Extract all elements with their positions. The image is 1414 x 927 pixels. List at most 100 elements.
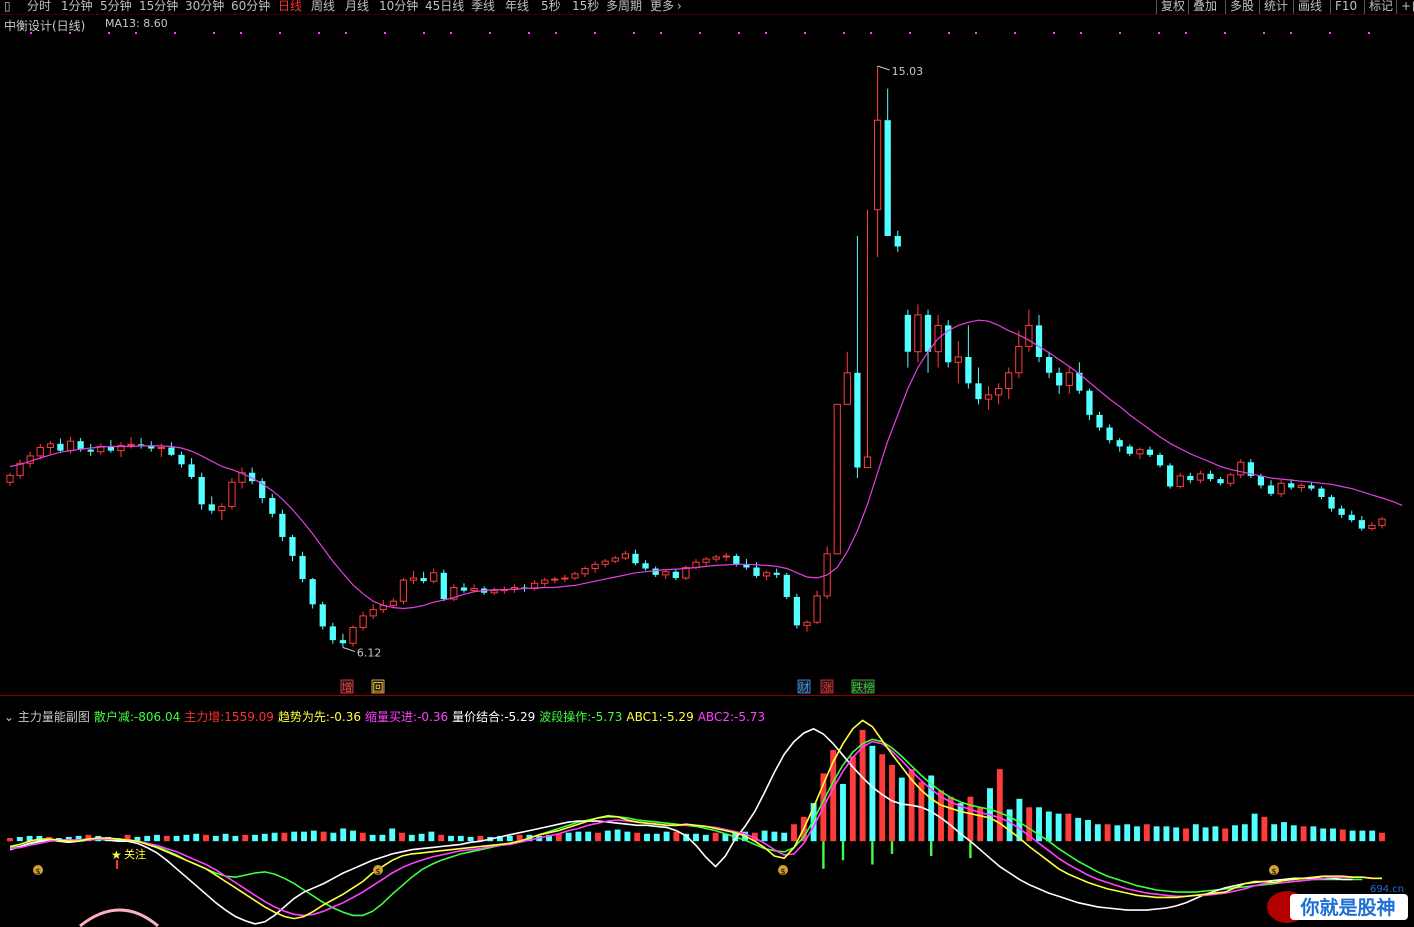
candle-body: [329, 626, 336, 641]
candle-body: [672, 571, 679, 579]
candle-body: [975, 383, 982, 400]
energy-bar: [1290, 825, 1297, 842]
energy-bar: [320, 831, 327, 842]
toolbar-button-7[interactable]: +自: [1396, 0, 1414, 14]
period-tab-5[interactable]: 60分钟: [231, 0, 270, 14]
candle-body: [642, 563, 649, 569]
toolbar-button-4[interactable]: 画线: [1293, 0, 1326, 14]
candle-body: [551, 578, 559, 581]
candle-body: [1368, 524, 1376, 530]
signal-dot: [1158, 32, 1160, 34]
sub-legend-item-5: 波段操作:-5.73: [539, 710, 622, 724]
energy-bar: [1379, 832, 1385, 842]
energy-bar: [614, 829, 621, 842]
candle-body: [1288, 483, 1295, 488]
candle-body: [420, 578, 427, 582]
energy-bar: [242, 834, 249, 842]
period-tab-12[interactable]: 年线: [505, 0, 529, 14]
candle-body: [621, 553, 630, 559]
period-tab-10[interactable]: 45日线: [425, 0, 464, 14]
signal-dot: [528, 32, 530, 34]
sub-legend-item-6: ABC1:-5.29: [626, 710, 693, 724]
money-bag-symbol: $: [375, 867, 380, 876]
money-bag-symbol: $: [1271, 867, 1276, 876]
period-tab-13[interactable]: 5秒: [541, 0, 561, 14]
energy-bar: [1349, 830, 1356, 842]
energy-bar: [7, 838, 13, 842]
green-spike: [890, 841, 894, 854]
energy-bar: [1065, 813, 1072, 842]
period-tab-9[interactable]: 10分钟: [379, 0, 418, 14]
toolbar-button-0[interactable]: 复权: [1156, 0, 1189, 14]
high-pointer: [877, 65, 890, 71]
energy-bar: [506, 835, 513, 842]
candle-body: [6, 474, 14, 483]
more-arrow-icon[interactable]: ›: [677, 0, 682, 14]
energy-bar: [771, 831, 778, 842]
energy-bar: [653, 833, 660, 842]
event-marker-3[interactable]: 涨: [822, 681, 833, 694]
candle-body: [1136, 449, 1144, 455]
candle-body: [1297, 484, 1305, 489]
period-tab-0[interactable]: 分时: [27, 0, 51, 14]
candle-body: [1207, 473, 1214, 480]
sub-legend-label: 主力增:: [184, 710, 225, 724]
period-tab-1[interactable]: 1分钟: [61, 0, 93, 14]
energy-bar: [840, 783, 846, 842]
energy-bar: [193, 833, 200, 842]
period-tab-11[interactable]: 季线: [471, 0, 495, 14]
period-tab-15[interactable]: 多周期: [606, 0, 642, 14]
kline-chart[interactable]: 15.03 6.12 增 回 财涨 跌榜 $ $ $ $ ★ 关注你就是股神694.cn: [0, 14, 1414, 927]
energy-bar: [1183, 828, 1189, 842]
candle-body: [359, 615, 367, 628]
candle-body: [712, 556, 720, 560]
signal-dot: [909, 32, 911, 34]
event-marker-4[interactable]: 跌榜: [852, 680, 874, 694]
energy-bar: [1222, 828, 1229, 842]
event-marker-1[interactable]: 回: [373, 681, 384, 694]
energy-bar: [418, 833, 425, 842]
energy-bar: [183, 834, 190, 842]
candle-body: [289, 536, 296, 556]
candle-body: [1015, 345, 1023, 374]
toolbar-button-2[interactable]: 多股: [1225, 0, 1258, 14]
period-toolbar: ▯ 分时 1分钟 5分钟 15分钟 30分钟 60分钟 日线 周线 月线 10分钟 45日线 季线 年线 5…: [0, 0, 1414, 15]
candle-body: [66, 440, 75, 452]
sub-legend-value: -5.73: [734, 710, 766, 724]
signal-dot: [240, 32, 242, 34]
low-price-label: 6.12: [357, 646, 382, 659]
layout-toggle-icon[interactable]: ▯: [4, 0, 11, 14]
toolbar-button-3[interactable]: 统计: [1259, 0, 1292, 14]
energy-bar: [1310, 826, 1317, 842]
signal-dot: [555, 32, 557, 34]
toolbar-button-5[interactable]: F10: [1330, 0, 1361, 14]
event-marker-0[interactable]: 增: [342, 680, 353, 694]
signal-dot: [594, 32, 596, 34]
candle-body: [561, 577, 569, 580]
period-tab-14[interactable]: 15秒: [572, 0, 599, 14]
candle-body: [854, 372, 861, 468]
period-tab-4[interactable]: 30分钟: [185, 0, 224, 14]
candle-body: [309, 579, 316, 605]
energy-bar: [291, 831, 298, 842]
period-tab-3[interactable]: 15分钟: [139, 0, 178, 14]
energy-bar: [791, 824, 797, 842]
energy-bar: [1114, 825, 1121, 842]
candle-body: [773, 572, 780, 575]
period-tab-2[interactable]: 5分钟: [100, 0, 132, 14]
signal-dot: [633, 32, 635, 34]
candle-body: [409, 577, 418, 581]
candle-body: [399, 579, 408, 602]
period-tab-16[interactable]: 更多: [650, 0, 674, 14]
period-tab-8[interactable]: 月线: [345, 0, 369, 14]
period-tab-7[interactable]: 周线: [311, 0, 335, 14]
period-tab-6[interactable]: 日线: [278, 0, 302, 14]
signal-dot: [1224, 32, 1226, 34]
event-marker-2[interactable]: 财: [799, 680, 810, 694]
toolbar-button-1[interactable]: 叠加: [1188, 0, 1221, 14]
energy-bar: [399, 832, 405, 842]
candle-body: [1025, 324, 1033, 347]
candle-body: [581, 568, 589, 575]
energy-bar: [330, 832, 337, 842]
toolbar-button-6[interactable]: 标记: [1364, 0, 1397, 14]
